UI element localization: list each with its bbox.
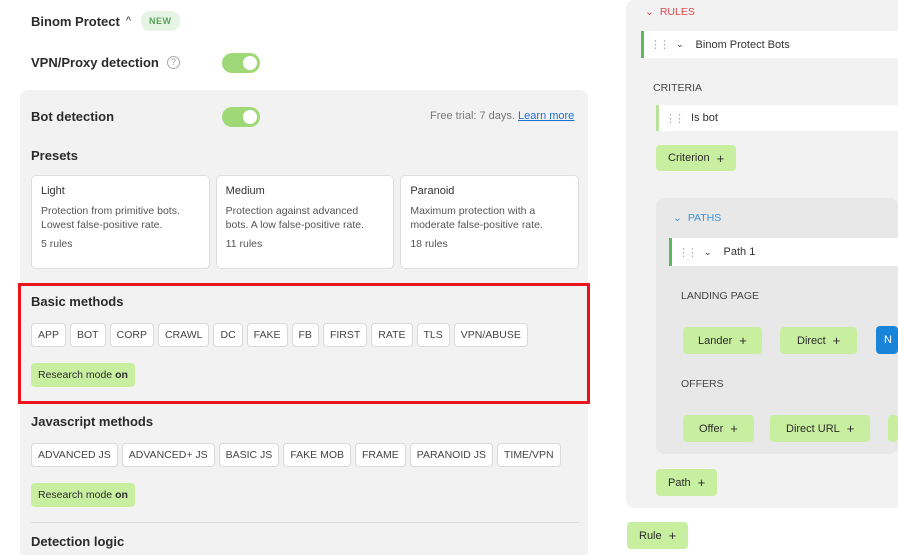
criterion-name: Is bot [691, 112, 718, 124]
path-name: Path 1 [723, 246, 756, 258]
trial-label: Free trial: 7 days. [430, 110, 515, 122]
landing-page-label: LANDING PAGE [681, 290, 759, 302]
preset-desc-line: bots. A low false-positive rate. [225, 219, 364, 231]
truncated-green-button[interactable] [888, 415, 898, 442]
plus-icon: + [846, 421, 855, 436]
preset-desc-line: Protection from primitive bots. [41, 205, 180, 217]
method-chip-advanced-plus-js[interactable]: ADVANCED+ JS [121, 443, 215, 467]
plus-icon: + [832, 333, 841, 348]
js-research-mode-button[interactable]: Research mode on [31, 483, 135, 507]
binom-protect-header[interactable]: Binom Protect ^ NEW [31, 10, 180, 32]
preset-desc-line: Maximum protection with a [410, 205, 536, 217]
button-label: Offer [699, 422, 724, 435]
chevron-down-icon: ⌄ [645, 6, 654, 18]
button-label: Path [668, 476, 691, 489]
js-methods-heading: Javascript methods [31, 413, 154, 429]
divider [31, 522, 579, 523]
drag-handle-icon[interactable]: ⋮⋮ [665, 112, 685, 125]
chevron-down-icon: ⌄ [673, 212, 682, 224]
paths-title: PATHS [687, 212, 722, 224]
method-chip-fake-mob[interactable]: FAKE MOB [283, 443, 351, 467]
criteria-label: CRITERIA [653, 82, 703, 94]
preset-description: Protection against advanced bots. A low … [226, 204, 385, 232]
button-label: Rule [639, 529, 662, 542]
preset-desc-line: Lowest false-positive rate. [41, 219, 163, 231]
button-label: Direct URL [786, 422, 840, 435]
preset-name: Light [41, 185, 65, 197]
plus-icon: + [730, 421, 738, 436]
chevron-down-icon[interactable]: ⌄ [704, 247, 712, 258]
presets-list: Light Protection from primitive bots. Lo… [31, 175, 580, 269]
rule-name: Binom Protect Bots [695, 38, 790, 51]
plus-icon: + [668, 528, 677, 543]
paths-toggle[interactable]: ⌄ PATHS [673, 212, 721, 224]
method-chip-paranoid-js[interactable]: PARANOID JS [409, 443, 493, 467]
criterion-card[interactable]: ⋮⋮ Is bot [656, 105, 898, 131]
plus-icon: + [716, 150, 725, 166]
preset-description: Maximum protection with a moderate false… [410, 204, 569, 232]
blue-action-button[interactable]: N [876, 326, 898, 354]
vpn-proxy-toggle[interactable] [222, 53, 260, 73]
add-offer-button[interactable]: Offer + [683, 415, 754, 442]
preset-desc-line: moderate false-positive rate. [410, 219, 543, 231]
button-label: Lander [698, 334, 733, 347]
preset-name: Paranoid [410, 185, 455, 197]
preset-paranoid[interactable]: Paranoid Maximum protection with a moder… [400, 175, 580, 269]
preset-description: Protection from primitive bots. Lowest f… [41, 204, 200, 232]
learn-more-link[interactable]: Learn more [518, 110, 574, 122]
drag-handle-icon[interactable]: ⋮⋮ [650, 38, 670, 51]
detection-logic-heading-row: Detection logic [31, 532, 124, 550]
chevron-down-icon[interactable]: ⌄ [676, 39, 684, 50]
vpn-proxy-row: VPN/Proxy detection ? [31, 52, 180, 72]
preset-light[interactable]: Light Protection from primitive bots. Lo… [31, 175, 210, 269]
help-icon[interactable]: ? [166, 55, 180, 69]
vpn-proxy-label: VPN/Proxy detection [31, 54, 159, 70]
preset-rule-count: 18 rules [410, 238, 448, 250]
preset-medium[interactable]: Medium Protection against advanced bots.… [215, 175, 395, 269]
chevron-up-icon[interactable]: ^ [126, 15, 131, 27]
add-rule-button[interactable]: Rule + [627, 522, 689, 549]
rule-card[interactable]: ⋮⋮ ⌄ Binom Protect Bots [641, 31, 898, 58]
button-label: Direct [797, 334, 826, 347]
detection-logic-heading: Detection logic [31, 533, 125, 549]
add-lander-button[interactable]: Lander + [683, 327, 762, 354]
add-direct-url-button[interactable]: Direct URL + [770, 415, 871, 442]
preset-rule-count: 5 rules [41, 238, 73, 250]
button-label: N [884, 334, 892, 346]
free-trial-text: Free trial: 7 days. Learn more [430, 110, 574, 122]
drag-handle-icon[interactable]: ⋮⋮ [678, 246, 698, 259]
js-methods-chips: ADVANCED JS ADVANCED+ JS BASIC JS FAKE M… [31, 443, 561, 467]
rules-toggle[interactable]: ⌄ RULES [645, 6, 695, 18]
bot-detection-label: Bot detection [31, 108, 115, 124]
add-direct-button[interactable]: Direct + [780, 327, 858, 354]
js-methods-heading-row: Javascript methods [31, 412, 153, 430]
preset-desc-line: Protection against advanced [225, 205, 359, 217]
binom-protect-title: Binom Protect [31, 13, 120, 29]
preset-rule-count: 11 rules [225, 238, 263, 250]
add-criterion-button[interactable]: Criterion + [656, 145, 737, 171]
button-label: Criterion [668, 152, 710, 164]
rules-title: RULES [659, 6, 695, 18]
plus-icon: + [697, 475, 706, 490]
bot-detection-toggle[interactable] [222, 107, 260, 127]
add-path-button[interactable]: Path + [656, 469, 718, 496]
new-badge: NEW [141, 11, 180, 31]
preset-name: Medium [225, 185, 265, 197]
path-card[interactable]: ⋮⋮ ⌄ Path 1 [669, 238, 898, 266]
presets-heading: Presets [31, 147, 78, 163]
research-mode-state: on [115, 489, 128, 501]
offers-label: OFFERS [681, 378, 724, 390]
method-chip-basic-js[interactable]: BASIC JS [218, 443, 280, 467]
research-mode-label: Research mode [38, 489, 113, 501]
protect-settings-pane: Binom Protect ^ NEW VPN/Proxy detection … [0, 0, 600, 555]
bot-detection-row: Bot detection [31, 106, 114, 126]
highlight-box [18, 283, 590, 404]
method-chip-advanced-js[interactable]: ADVANCED JS [31, 443, 118, 467]
method-chip-time-vpn[interactable]: TIME/VPN [496, 443, 561, 467]
method-chip-frame[interactable]: FRAME [355, 443, 406, 467]
presets-heading-row: Presets [31, 146, 78, 164]
plus-icon: + [739, 333, 747, 348]
